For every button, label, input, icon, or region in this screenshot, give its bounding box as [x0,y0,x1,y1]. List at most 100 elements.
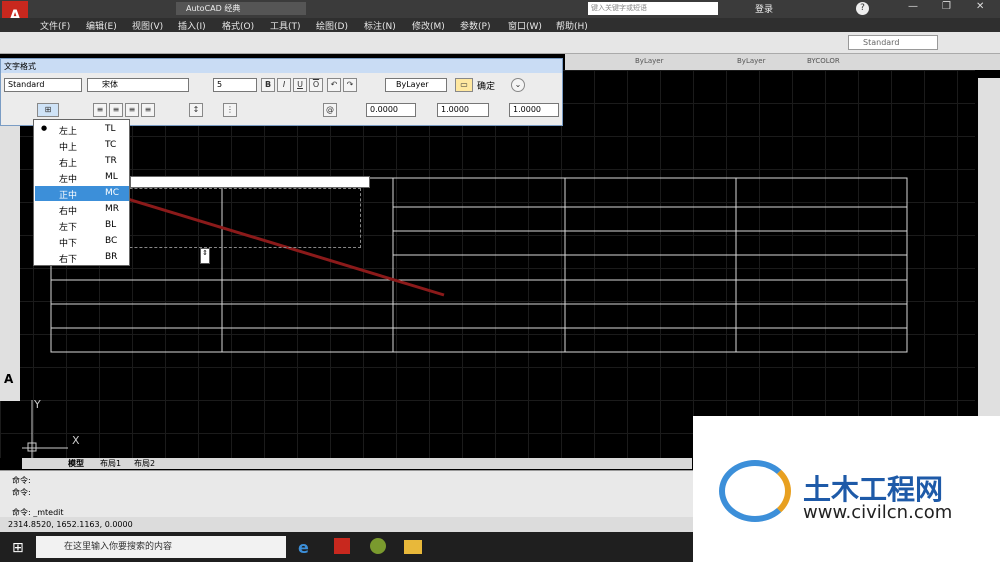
justify-option-mc[interactable]: 正中 MC [35,186,129,201]
justify-option-code: MC [105,188,120,198]
table-drawing [22,177,908,458]
linetype-select[interactable]: ByLayer [587,55,697,68]
ruler-toggle-icon[interactable]: ▭ [455,78,473,92]
justify-option-tl[interactable]: ● 左上 TL [35,122,129,137]
taskbar-search[interactable]: 在这里输入你要搜索的内容 [36,536,286,558]
justify-option-label: 右上 [59,159,78,169]
ok-button[interactable]: 确定 [477,79,495,92]
search-input[interactable]: 键入关键字或短语 [588,2,718,15]
overline-button[interactable]: O [309,78,323,92]
oblique-field[interactable]: 0.0000 [366,103,416,117]
menu-window[interactable]: 窗口(W) [508,19,542,32]
standard-toolbar: Standard [0,32,1000,54]
resize-handle-icon[interactable]: ⇕ [200,248,210,264]
login-button[interactable]: 登录 [755,2,773,15]
folder-icon[interactable] [404,540,422,554]
text-height-field[interactable]: 5 [213,78,257,92]
width-factor-field[interactable]: 1.0000 [509,103,559,117]
menu-format[interactable]: 格式(O) [222,19,254,32]
menu-insert[interactable]: 插入(I) [178,19,206,32]
undo-icon[interactable]: ↶ [327,78,341,92]
workspace-select[interactable]: AutoCAD 经典 [176,2,306,15]
redo-icon[interactable]: ↷ [343,78,357,92]
coordinate-readout: 2314.8520, 1652.1163, 0.0000 [8,520,133,529]
justify-option-bl[interactable]: 左下 BL [35,218,129,233]
text-format-toolbar: 文字格式 Standard 宋体 5 B I U O ↶ ↷ ByLayer ▭… [0,58,563,126]
justify-option-label: 左下 [59,223,78,233]
justify-option-label: 左中 [59,175,78,185]
edge-icon[interactable]: e [298,538,309,557]
title-bar: A AutoCAD 经典 键入关键字或短语 登录 ? — ❐ ✕ [0,0,1000,31]
style-select[interactable]: Standard [848,35,938,50]
close-button[interactable]: ✕ [976,1,984,12]
justify-dropdown: ● 左上 TL 中上 TC 右上 TR 左中 ML 正中 MC 右中 MR 左下 BL 中下 BC 右下 BR [33,119,130,266]
minimize-button[interactable]: — [908,1,918,12]
menu-help[interactable]: 帮助(H) [556,19,588,32]
windows-start-icon[interactable]: ⊞ [12,540,24,556]
text-editor-ruler[interactable] [130,176,370,188]
layout-tabs: 模型 布局1 布局2 [22,458,692,469]
justify-option-mr[interactable]: 右中 MR [35,202,129,217]
justify-option-code: TL [105,124,116,134]
underline-button[interactable]: U [293,78,307,92]
justify-option-code: MR [105,204,120,214]
properties-toolbar: ByLayer ByLayer BYCOLOR [565,54,1000,70]
justify-option-tr[interactable]: 右上 TR [35,154,129,169]
justify-option-ml[interactable]: 左中 ML [35,170,129,185]
logo-mark-icon [719,460,791,522]
autocad-task-icon[interactable] [334,538,350,554]
text-tool-icon[interactable]: A [4,372,13,386]
justify-option-label: 右中 [59,207,78,217]
font-select[interactable]: 宋体 [87,78,189,92]
justify-option-code: BC [105,236,118,246]
app-task-icon[interactable] [370,538,386,554]
restore-button[interactable]: ❐ [942,1,951,12]
symbol-icon[interactable]: @ [323,103,337,117]
lineweight-select[interactable]: ByLayer [707,55,797,68]
justify-option-code: BL [105,220,117,230]
modify-toolbar [978,78,1000,468]
drawing-canvas[interactable]: Y X ⇕ [0,70,975,458]
bold-button[interactable]: B [261,78,275,92]
color-select[interactable]: ByLayer [385,78,447,92]
justify-option-tc[interactable]: 中上 TC [35,138,129,153]
align-center-icon[interactable]: ≡ [109,103,123,117]
menu-modify[interactable]: 修改(M) [412,19,445,32]
menu-param[interactable]: 参数(P) [460,19,490,32]
tab-layout1[interactable]: 布局1 [100,458,121,469]
justify-option-bc[interactable]: 中下 BC [35,234,129,249]
line-spacing-icon[interactable]: ↕ [189,103,203,117]
italic-button[interactable]: I [277,78,291,92]
justify-option-br[interactable]: 右下 BR [35,250,129,265]
plotstyle-select[interactable]: BYCOLOR [805,55,885,68]
tab-layout2[interactable]: 布局2 [134,458,155,469]
align-left-icon[interactable]: ≡ [93,103,107,117]
justify-option-code: TR [105,156,117,166]
text-format-title: 文字格式 [1,59,562,73]
menu-bar: 文件(F) 编辑(E) 视图(V) 插入(I) 格式(O) 工具(T) 绘图(D… [0,18,1000,32]
x-axis-label: X [72,434,80,447]
command-window[interactable]: 命令: 命令: 命令: _mtedit [0,470,693,517]
menu-edit[interactable]: 编辑(E) [86,19,117,32]
justify-option-label: 中上 [59,143,78,153]
help-icon[interactable]: ? [856,2,869,15]
menu-file[interactable]: 文件(F) [40,19,70,32]
logo-url: www.civilcn.com [803,502,953,523]
menu-dimension[interactable]: 标注(N) [364,19,396,32]
y-axis-label: Y [34,398,41,411]
numbering-icon[interactable]: ⋮ [223,103,237,117]
justify-option-code: TC [105,140,117,150]
options-icon[interactable]: ⌄ [511,78,525,92]
justify-option-label: 正中 [59,191,78,201]
draw-toolbar: A [0,126,20,401]
tab-model[interactable]: 模型 [68,458,84,469]
menu-draw[interactable]: 绘图(D) [316,19,348,32]
menu-view[interactable]: 视图(V) [132,19,163,32]
tracking-field[interactable]: 1.0000 [437,103,489,117]
justify-button[interactable]: ⊞ [37,103,59,117]
align-justify-icon[interactable]: ≡ [141,103,155,117]
text-style-select[interactable]: Standard [4,78,82,92]
align-right-icon[interactable]: ≡ [125,103,139,117]
justify-option-code: ML [105,172,118,182]
menu-tools[interactable]: 工具(T) [270,19,301,32]
